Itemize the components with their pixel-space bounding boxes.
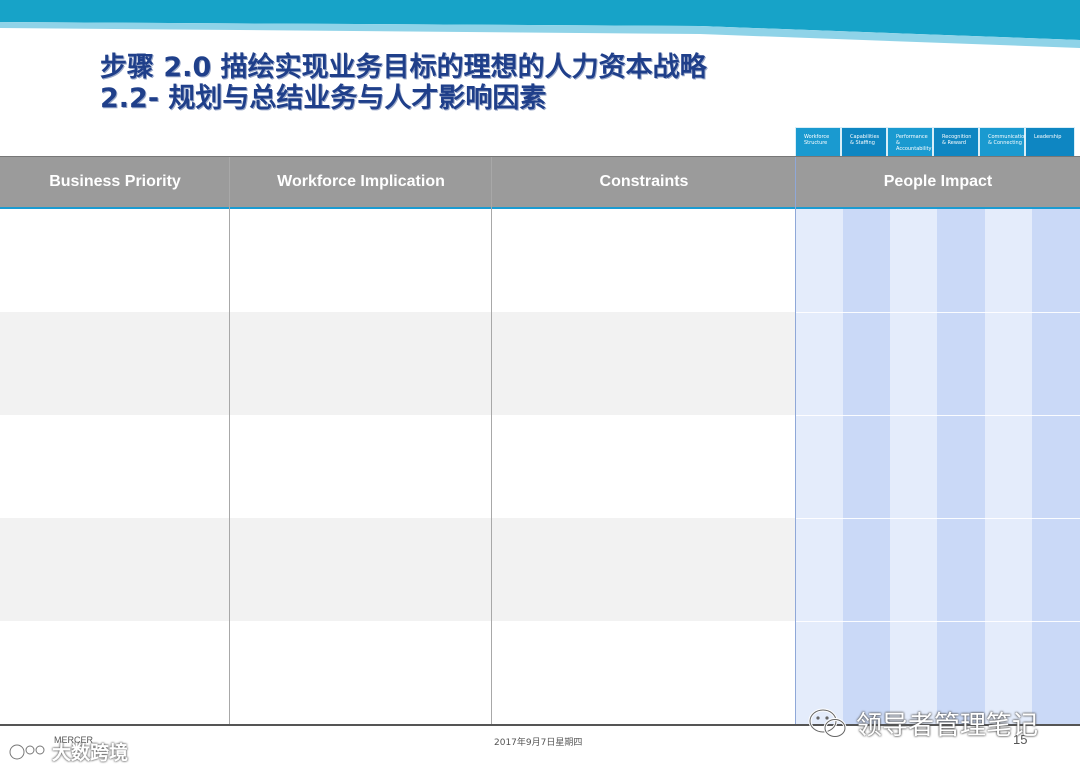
tab-performance-accountability: Performance & Accountability	[887, 127, 933, 157]
table-row	[0, 621, 796, 724]
watermark-right-text: 领导者管理笔记	[856, 711, 1039, 741]
tab-capabilities-staffing: Capabilities & Staffing	[841, 127, 887, 157]
column-divider	[795, 157, 796, 726]
row-divider	[796, 312, 1080, 313]
watermark-left-text: 大数跨境	[52, 742, 129, 764]
table-row	[0, 415, 796, 518]
row-divider	[796, 415, 1080, 416]
wechat-icon	[808, 708, 847, 738]
column-divider	[229, 157, 230, 726]
people-impact-tabs: Workforce Structure Capabilities & Staff…	[795, 124, 1080, 158]
header-people-impact: People Impact	[796, 157, 1080, 209]
table-row	[0, 209, 796, 312]
footer-date: 2017年9月7日星期四	[494, 738, 583, 748]
row-divider	[796, 621, 1080, 622]
tab-label-line1: Performance &	[896, 134, 928, 146]
header-business-priority: Business Priority	[0, 157, 230, 209]
tab-label-line2: & Reward	[942, 140, 967, 146]
title-line-2: 2.2- 规划与总结业务与人才影响因素	[100, 83, 547, 114]
planning-table: Business Priority Workforce Implication …	[0, 156, 1080, 726]
top-banner	[0, 0, 1080, 48]
title-line-1: 步骤 2.0 描绘实现业务目标的理想的人力资本战略	[100, 52, 707, 83]
tab-workforce-structure: Workforce Structure	[795, 127, 841, 157]
header-constraints: Constraints	[492, 157, 796, 209]
people-impact-column	[1032, 209, 1080, 726]
tab-label-line2: & Staffing	[850, 140, 875, 146]
people-impact-column	[937, 209, 985, 726]
table-row	[0, 518, 796, 621]
people-impact-column	[985, 209, 1032, 726]
column-divider	[491, 157, 492, 726]
people-impact-column	[843, 209, 890, 726]
tab-label-line2: Structure	[804, 140, 828, 146]
tab-communication-connecting: Communication & Connecting	[979, 127, 1027, 157]
row-divider	[796, 518, 1080, 519]
watermark-logo-icon	[8, 743, 46, 760]
tab-recognition-reward: Recognition & Reward	[933, 127, 979, 157]
watermark-right: 领导者管理笔记	[808, 705, 1038, 742]
tab-leadership: Leadership	[1025, 127, 1075, 157]
people-impact-column	[890, 209, 937, 726]
tab-label-line1: Leadership	[1034, 134, 1062, 140]
tab-label-line2: & Connecting	[988, 140, 1022, 146]
slide-title: 步骤 2.0 描绘实现业务目标的理想的人力资本战略 2.2- 规划与总结业务与人…	[100, 52, 707, 114]
table-row	[0, 312, 796, 415]
tab-label-line2: Accountability	[896, 146, 932, 152]
people-impact-column	[796, 209, 843, 726]
header-workforce-implication: Workforce Implication	[230, 157, 492, 209]
watermark-left: 大数跨境	[8, 738, 128, 765]
